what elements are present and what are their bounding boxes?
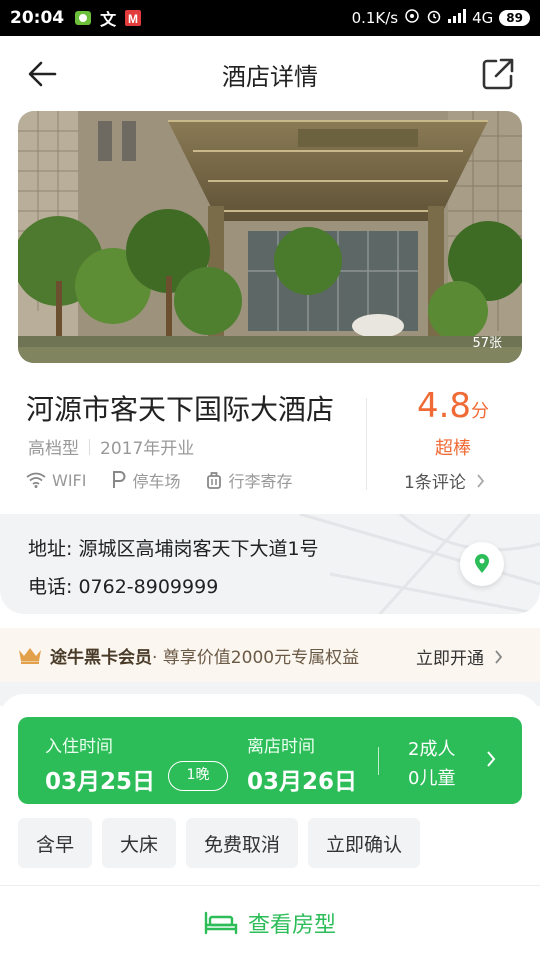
children-count: 0儿童 [408,768,456,789]
reviews-link[interactable]: 1条评论 [404,468,485,493]
chevron-right-icon [495,649,503,664]
bed-icon [204,911,238,935]
membership-banner[interactable]: 途牛黑卡会员 · 尊享价值2000元专属权益 立即开通 [0,628,540,682]
membership-subtitle: · 尊享价值2000元专属权益 [152,647,360,668]
filter-chip-instant-confirm[interactable]: 立即确认 [308,818,421,868]
parking-icon [113,471,126,488]
view-rooms-button[interactable]: 查看房型 [0,885,540,960]
network-type: 4G [472,9,494,27]
membership-title: 途牛黑卡会员 [50,647,152,668]
phone-value: 0762-8909999 [78,576,219,598]
checkin-date[interactable]: 03月25日 [45,762,155,796]
status-time: 20:04 [10,8,65,28]
filter-chips: 含早 大床 免费取消 立即确认 [18,818,421,868]
signal-icon [448,9,467,27]
share-icon [482,58,514,90]
date-guest-selector[interactable]: 入住时间 03月25日 1晚 离店时间 03月26日 2成人 0儿童 [18,717,522,804]
filter-chip-breakfast[interactable]: 含早 [18,818,93,868]
checkout-label: 离店时间 [247,737,315,757]
facility-list: WIFI 停车场 行李寄存 [26,468,319,492]
translate-notification-icon: 文 [100,10,117,29]
app-notification-icon [74,10,92,26]
checkout-date[interactable]: 03月26日 [247,762,357,796]
hotel-name: 河源市客天下国际大酒店 [26,393,335,426]
status-bar: 20:04 文 M 0.1K/s 4G 89 [0,0,540,36]
luggage-icon [207,472,222,489]
score-unit: 分 [471,401,490,422]
address-key: 地址: [28,538,73,560]
nights-badge: 1晚 [168,761,228,791]
hotel-opened: 2017年开业 [100,439,195,459]
hotel-info-section: 河源市客天下国际大酒店 高档型 2017年开业 WIFI 停车场 行李寄存 4.… [0,380,540,500]
membership-cta[interactable]: 立即开通 [416,644,503,669]
address-value: 源城区高埔岗客天下大道1号 [78,538,319,560]
hotel-facade-photo [18,111,522,363]
location-pin-icon [475,554,489,573]
crown-icon [19,648,41,664]
map-background [299,514,540,614]
address-row: 地址: 源城区高埔岗客天下大道1号 [28,534,319,561]
svg-text:M: M [128,12,138,26]
tag-divider [89,438,90,455]
hotel-tags: 高档型 2017年开业 [28,434,194,459]
contact-section: 地址: 源城区高埔岗客天下大道1号 电话: 0762-8909999 [0,514,540,614]
facility-wifi: WIFI [26,471,86,490]
phone-key: 电话: [28,576,73,598]
hotspot-icon [404,8,420,28]
score-value: 4.8 [416,386,472,426]
chevron-right-icon [487,751,496,767]
facility-label: 停车场 [132,472,181,491]
hotel-grade: 高档型 [28,439,79,459]
reviews-count: 1条评论 [404,473,466,493]
view-rooms-label: 查看房型 [247,913,336,938]
membership-cta-label: 立即开通 [416,649,484,669]
facility-luggage: 行李寄存 [206,468,293,492]
alarm-icon [426,8,442,28]
hotel-score: 4.8分 [366,386,540,426]
top-nav-bar: 酒店详情 [0,36,540,112]
chevron-right-icon [477,473,484,488]
facility-label: 行李寄存 [228,472,293,491]
score-label: 超棒 [435,438,471,459]
dates-divider [378,747,379,775]
filter-chip-free-cancel[interactable]: 免费取消 [186,818,299,868]
wifi-icon [26,472,46,488]
checkin-label: 入住时间 [45,737,113,757]
facility-parking: 停车场 [112,468,180,492]
phone-row[interactable]: 电话: 0762-8909999 [28,572,218,599]
share-button[interactable] [478,54,518,94]
back-button[interactable] [24,56,60,92]
photo-count: 57张 [472,336,502,351]
map-button[interactable] [460,542,504,586]
battery-icon: 89 [499,10,530,26]
arrow-left-icon [28,61,57,87]
network-speed: 0.1K/s [351,9,399,27]
adults-count: 2成人 [408,739,456,760]
page-title: 酒店详情 [222,62,318,91]
hotel-photo-gallery[interactable]: 57张 [18,111,522,363]
mail-notification-icon: M [124,9,142,27]
filter-chip-king-bed[interactable]: 大床 [102,818,177,868]
facility-label: WIFI [52,470,87,490]
